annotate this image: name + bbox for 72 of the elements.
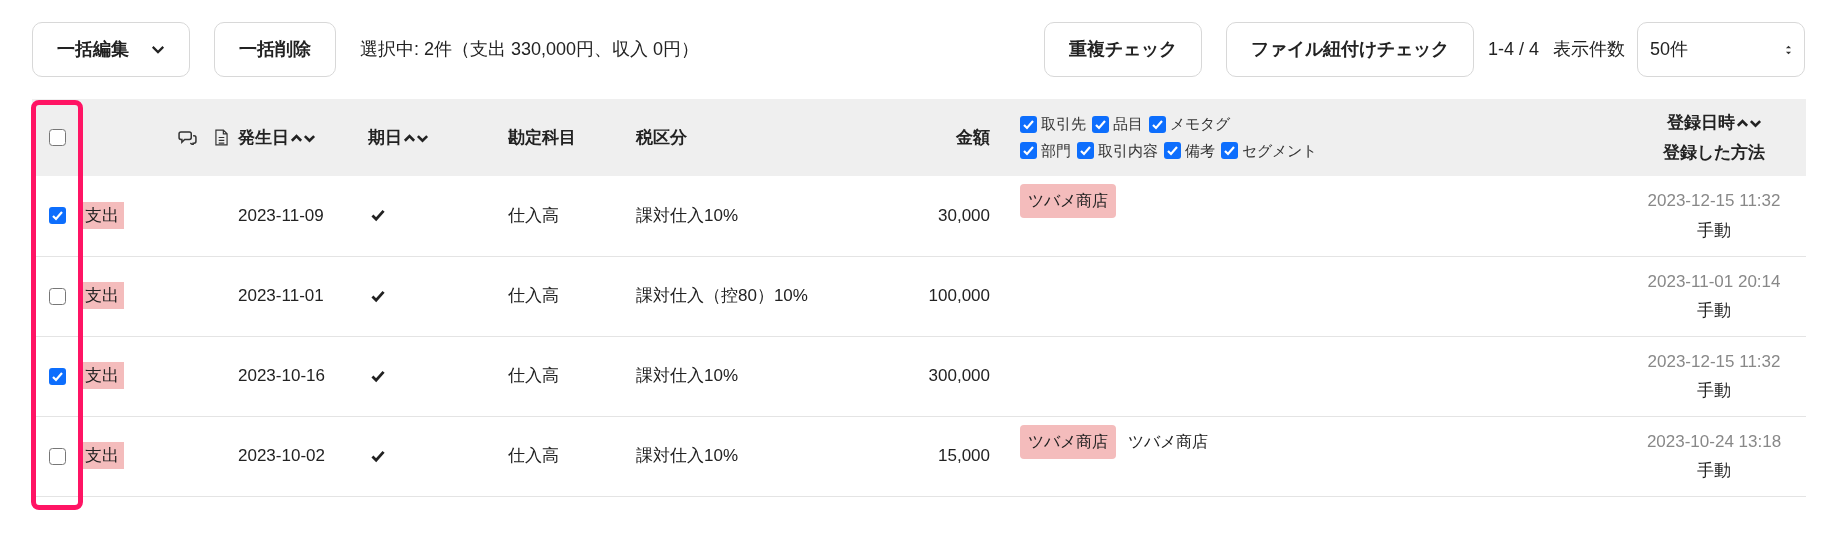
account-cell: 仕入高 (508, 206, 559, 225)
registration-method: 手動 (1697, 300, 1731, 322)
sort-icon[interactable] (403, 131, 429, 144)
row-checkbox[interactable] (49, 367, 66, 385)
bulk-delete-button[interactable]: 一括削除 (214, 22, 336, 77)
row-checkbox[interactable] (49, 287, 66, 305)
date-cell: 2023-11-01 (238, 286, 324, 306)
row-checkbox[interactable] (49, 207, 66, 225)
pagination-range: 1-4 / 4 (1487, 38, 1539, 61)
column-header: 金額 (956, 127, 990, 147)
registered-time: 2023-12-15 11:32 (1647, 350, 1781, 373)
select-arrows-icon (1785, 43, 1792, 56)
type-tag: 支出 (80, 442, 124, 470)
account-cell: 仕入高 (508, 366, 559, 386)
display-option-label: 取引内容 (1098, 140, 1158, 161)
registered-time: 2023-10-24 13:18 (1646, 430, 1782, 453)
display-option-label: 取引先 (1041, 114, 1086, 134)
partner-tag: ツバメ商店 (1020, 184, 1116, 218)
registration-method: 手動 (1697, 380, 1731, 402)
type-tag: 支出 (80, 202, 124, 229)
file-link-check-button[interactable]: ファイル紐付けチェック (1225, 22, 1474, 77)
registered-time: 2023-12-15 11:32 (1647, 190, 1781, 213)
display-option-checkbox[interactable] (1092, 115, 1109, 133)
display-option-checkbox[interactable] (1020, 115, 1037, 133)
chevron-down-icon (151, 45, 165, 54)
display-option-label: 備考 (1185, 140, 1215, 161)
column-header: 登録日時 (1666, 112, 1735, 134)
tax-category-cell: 課対仕入10% (636, 206, 739, 225)
column-header: 登録した方法 (1663, 141, 1765, 164)
select-all-checkbox[interactable] (49, 129, 66, 146)
account-cell: 仕入高 (508, 446, 559, 466)
type-tag: 支出 (80, 282, 124, 310)
partner-name: ツバメ商店 (1128, 431, 1208, 452)
column-header: 発生日 (238, 126, 289, 149)
display-option-label: 品目 (1113, 114, 1143, 134)
registration-method: 手動 (1697, 460, 1731, 482)
registration-method: 手動 (1697, 219, 1731, 242)
column-header: 勘定科目 (508, 127, 576, 147)
display-option-checkbox[interactable] (1221, 142, 1238, 160)
per-page-label: 表示件数 (1553, 38, 1625, 61)
partner-tag: ツバメ商店 (1020, 424, 1116, 459)
column-header: 期日 (368, 126, 402, 149)
date-cell: 2023-10-16 (238, 366, 325, 386)
row-checkbox[interactable] (49, 447, 66, 465)
display-option-label: セグメント (1242, 140, 1317, 161)
bulk-edit-button[interactable]: 一括編集 (32, 22, 190, 77)
amount-cell: 30,000 (938, 206, 990, 225)
amount-cell: 300,000 (928, 366, 990, 386)
amount-cell: 15,000 (938, 446, 990, 466)
tax-category-cell: 課対仕入10% (636, 366, 739, 386)
registered-time: 2023-11-01 20:14 (1647, 270, 1781, 293)
tax-category-cell: 課対仕入（控80）10% (636, 286, 808, 306)
display-option-checkbox[interactable] (1149, 115, 1166, 133)
display-option-label: メモタグ (1170, 114, 1230, 134)
duplicate-check-button[interactable]: 重複チェック (1043, 22, 1202, 77)
type-tag: 支出 (80, 362, 124, 390)
display-option-checkbox[interactable] (1164, 142, 1181, 160)
selection-summary: 選択中: 2件（支出 330,000円、収入 0円） (360, 38, 700, 61)
date-cell: 2023-10-02 (238, 446, 325, 466)
document-icon (214, 129, 228, 146)
comment-icon (177, 130, 197, 145)
display-option-checkbox[interactable] (1077, 142, 1094, 160)
tax-category-cell: 課対仕入10% (636, 446, 739, 466)
sort-icon[interactable] (290, 131, 316, 144)
amount-cell: 100,000 (928, 286, 990, 306)
per-page-select[interactable]: 50件 (1637, 22, 1805, 77)
account-cell: 仕入高 (508, 286, 559, 306)
column-header: 税区分 (636, 127, 687, 147)
sort-icon[interactable] (1735, 116, 1762, 129)
display-option-checkbox[interactable] (1020, 142, 1037, 160)
display-option-label: 部門 (1041, 140, 1071, 161)
date-cell: 2023-11-09 (238, 206, 324, 225)
